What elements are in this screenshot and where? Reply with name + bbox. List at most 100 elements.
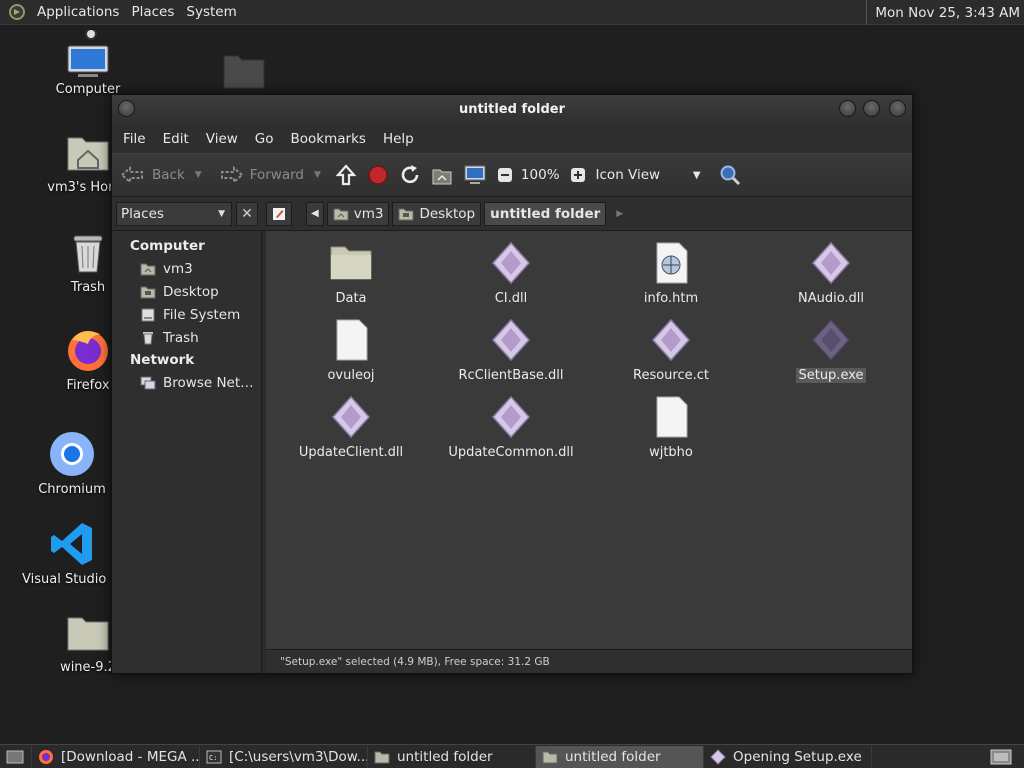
close-button[interactable] [889, 100, 906, 117]
file-item-setup-exe[interactable]: Setup.exe [756, 318, 906, 383]
breadcrumb-scroll-right[interactable]: ▶ [616, 209, 623, 219]
menu-file[interactable]: File [117, 131, 152, 147]
clock[interactable]: Mon Nov 25, 3:43 AM [866, 0, 1024, 25]
view-mode-label: Icon View [595, 167, 661, 183]
menu-bookmarks[interactable]: Bookmarks [285, 131, 372, 147]
file-item-naudio-dll[interactable]: NAudio.dll [756, 241, 906, 306]
file-manager-window: untitled folder File Edit View Go Bookma… [111, 94, 913, 674]
file-item-wjtbho[interactable]: wjtbho [596, 395, 746, 460]
search-button[interactable] [719, 164, 741, 186]
desktop-icon-folder-unlabeled[interactable] [194, 46, 294, 94]
view-mode-select[interactable]: Icon View ▼ [596, 167, 701, 183]
computer-icon [67, 30, 109, 77]
wine-file-icon [811, 318, 851, 362]
top-panel: Applications Places System Mon Nov 25, 3… [0, 0, 1024, 25]
sidebar-heading-network: Network [130, 352, 195, 368]
folder-icon [67, 617, 109, 651]
forward-history-dropdown[interactable]: ▼ [314, 170, 321, 180]
toolbar: Back ▼ Forward ▼ 100% Icon View ▼ [112, 153, 912, 197]
window-titlebar[interactable]: untitled folder [112, 95, 912, 124]
file-item-resource-ct[interactable]: Resource.ct [596, 318, 746, 383]
taskbar-item-untitled-folder-2[interactable]: untitled folder [536, 745, 704, 768]
search-icon [720, 165, 740, 186]
chevron-left-icon: ◀ [311, 208, 319, 219]
file-item-rcclientbase-dll[interactable]: RcClientBase.dll [436, 318, 586, 383]
menu-edit[interactable]: Edit [157, 131, 195, 147]
network-icon [140, 376, 156, 389]
workspace-switcher[interactable] [978, 746, 1024, 768]
taskbar-item-untitled-folder-1[interactable]: untitled folder [368, 745, 536, 768]
sidebar-item-vm3[interactable]: vm3 [140, 257, 261, 280]
show-desktop-icon [6, 750, 24, 763]
breadcrumb-vm3[interactable]: vm3 [326, 201, 390, 226]
desktop-icon-chromium[interactable]: Chromium [22, 430, 122, 497]
folder-icon [542, 751, 558, 763]
window-menu-button[interactable] [118, 100, 135, 117]
file-item-ci-dll[interactable]: CI.dll [436, 241, 586, 306]
menubar: File Edit View Go Bookmarks Help [112, 124, 912, 153]
places-sidebar: Computer vm3 Desktop File System Trash N… [112, 231, 262, 673]
reload-icon [401, 165, 419, 184]
show-desktop-button[interactable] [0, 745, 32, 768]
taskbar-item-firefox[interactable]: [Download - MEGA ... [32, 745, 200, 768]
toggle-location-entry-button[interactable] [266, 201, 292, 226]
sidebar-heading-computer: Computer [130, 238, 205, 254]
vscode-icon [51, 523, 92, 565]
wine-console-icon: C: [206, 750, 222, 763]
sidebar-item-trash[interactable]: Trash [140, 326, 261, 349]
close-sidebar-button[interactable]: ✕ [236, 201, 258, 226]
computer-button[interactable] [463, 164, 487, 186]
file-item-data[interactable]: Data [276, 241, 426, 306]
wine-icon [710, 748, 726, 765]
sidebar-mode-label: Places [121, 205, 164, 222]
desktop-icon-label: Chromium [38, 482, 106, 497]
desktop-icon-vscode[interactable]: Visual Studio Code [22, 520, 122, 587]
file-item-ovuleoj[interactable]: ovuleoj [276, 318, 426, 383]
sidebar-item-file-system[interactable]: File System [140, 303, 261, 326]
menu-go[interactable]: Go [249, 131, 280, 147]
back-history-dropdown[interactable]: ▼ [195, 170, 202, 180]
chromium-icon [50, 432, 94, 476]
file-item-info-htm[interactable]: info.htm [596, 241, 746, 306]
applications-menu[interactable]: Applications [31, 4, 125, 20]
menu-view[interactable]: View [200, 131, 244, 147]
places-menu[interactable]: Places [125, 4, 180, 20]
home-icon [140, 263, 156, 275]
home-button[interactable] [431, 164, 453, 186]
distro-logo-icon[interactable] [9, 4, 25, 20]
back-arrow-icon [120, 165, 143, 185]
reload-button[interactable] [399, 164, 421, 186]
folder-icon [330, 246, 372, 280]
sidebar-item-desktop[interactable]: Desktop [140, 280, 261, 303]
taskbar-item-wine-console[interactable]: C: [C:\users\vm3\Dow... [200, 745, 368, 768]
file-icon-view[interactable]: Data CI.dll info.htm NAudio.dll ovuleoj … [266, 231, 912, 649]
folder-icon [223, 55, 265, 89]
drive-icon [141, 308, 155, 321]
wine-file-icon [491, 318, 531, 362]
forward-arrow-icon [220, 165, 244, 185]
computer-icon [464, 165, 486, 184]
back-button[interactable]: Back ▼ [120, 165, 202, 185]
forward-button[interactable]: Forward ▼ [218, 165, 321, 185]
stop-button[interactable] [367, 164, 389, 186]
up-arrow-icon [335, 164, 357, 186]
zoom-level[interactable]: 100% [521, 167, 560, 183]
breadcrumb-scroll-left[interactable]: ◀ [306, 201, 324, 226]
wine-file-icon [811, 241, 851, 285]
file-item-updateclient-dll[interactable]: UpdateClient.dll [276, 395, 426, 460]
system-menu[interactable]: System [180, 4, 242, 20]
sidebar-mode-select[interactable]: Places ▼ [116, 201, 232, 226]
zoom-out-button[interactable] [497, 167, 513, 183]
breadcrumb-untitled-folder[interactable]: untitled folder [484, 201, 607, 226]
breadcrumb-desktop[interactable]: Desktop [392, 201, 482, 226]
sidebar-item-browse-network[interactable]: Browse Net… [140, 371, 261, 394]
minimize-button[interactable] [839, 100, 856, 117]
zoom-in-button[interactable] [570, 167, 586, 183]
up-button[interactable] [335, 164, 357, 186]
taskbar-item-opening-setup[interactable]: Opening Setup.exe [704, 745, 872, 768]
menu-help[interactable]: Help [377, 131, 420, 147]
blank-file-icon [656, 396, 688, 438]
file-item-updatecommon-dll[interactable]: UpdateCommon.dll [436, 395, 586, 460]
desktop-icon-computer[interactable]: Computer [38, 30, 138, 97]
maximize-button[interactable] [863, 100, 880, 117]
